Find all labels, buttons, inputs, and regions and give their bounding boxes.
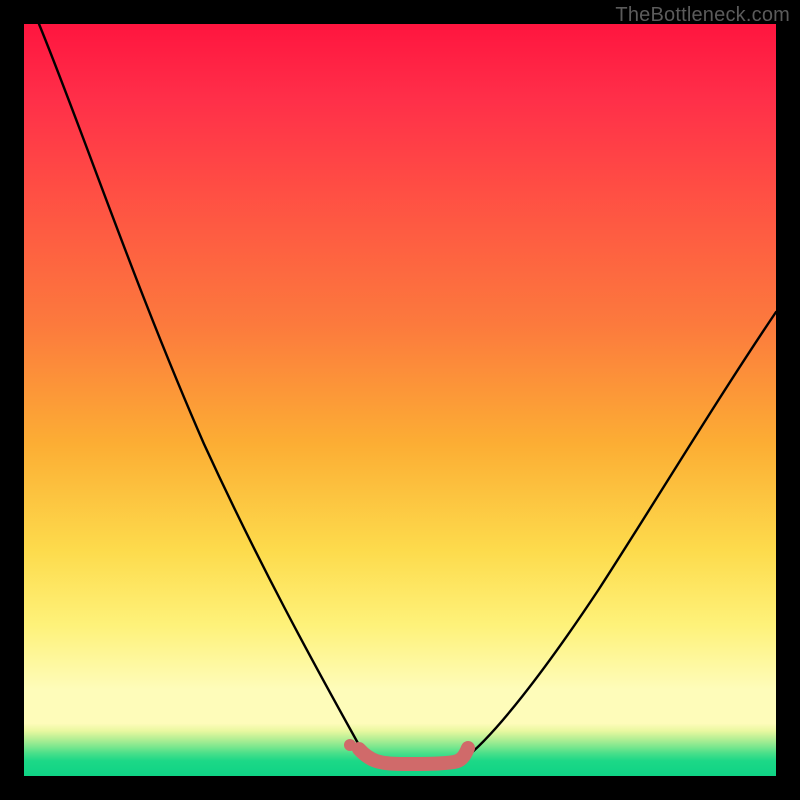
left-curve-path [39, 24, 368, 759]
chart-overlay [24, 24, 776, 776]
watermark-text: TheBottleneck.com [615, 4, 790, 27]
bottom-highlight-path [359, 748, 468, 764]
right-curve-path [464, 312, 776, 759]
left-marker-dot [344, 739, 356, 751]
chart-frame: TheBottleneck.com [0, 0, 800, 800]
